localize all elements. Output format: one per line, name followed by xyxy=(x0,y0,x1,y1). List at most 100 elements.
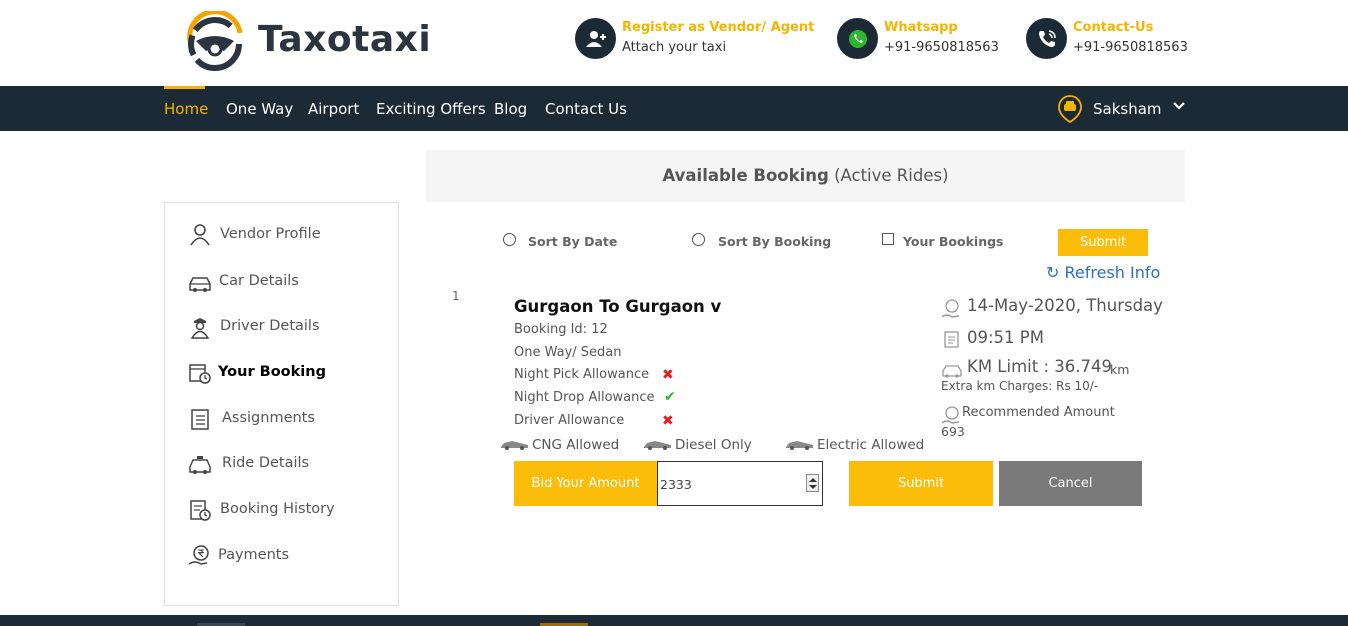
fuel-cng-label: CNG Allowed xyxy=(532,437,620,453)
nav-airport[interactable]: Airport xyxy=(308,100,359,118)
km-limit-row: KM Limit : 36.749 km xyxy=(941,357,1171,381)
fuel-electric-label: Electric Allowed xyxy=(817,437,925,453)
user-avatar-icon xyxy=(1058,95,1082,123)
sort-submit-button[interactable]: Submit xyxy=(1058,229,1148,256)
car-side-icon xyxy=(644,441,671,450)
nav-one-way[interactable]: One Way xyxy=(226,100,293,118)
sidebar-item-label: Assignments xyxy=(222,410,315,426)
your-bookings-checkbox[interactable] xyxy=(882,233,894,245)
sort-by-date-label: Sort By Date xyxy=(528,234,618,249)
user-name: Saksham xyxy=(1093,100,1162,118)
bid-cancel-button[interactable]: Cancel xyxy=(999,461,1142,506)
sort-by-booking-radio[interactable] xyxy=(692,233,705,246)
your-bookings-label: Your Bookings xyxy=(903,234,1004,249)
contact-title: Contact-Us xyxy=(1073,20,1154,35)
vendor-subtitle: Attach your taxi xyxy=(622,40,727,55)
whatsapp-title: Whatsapp xyxy=(884,20,958,35)
checklist-icon xyxy=(191,409,209,430)
trip-type: One Way/ Sedan xyxy=(514,345,622,360)
km-limit: KM Limit : 36.749 xyxy=(967,357,1112,376)
sidebar-item-label: Your Booking xyxy=(218,364,326,380)
recommended-amount-label: Recommended Amount xyxy=(962,405,1115,420)
booking-details-panel: 14-May-2020, Thursday 09:51 PM KM Limit … xyxy=(941,296,1171,446)
booking-id: Booking Id: 12 xyxy=(514,322,608,337)
sidebar-item-label: Car Details xyxy=(219,273,299,289)
booking-index: 1 xyxy=(452,289,460,303)
bid-amount-input[interactable] xyxy=(660,475,800,493)
rupee-hand-icon xyxy=(941,406,960,424)
vendor-title: Register as Vendor/ Agent xyxy=(622,20,815,35)
car-side-icon xyxy=(786,441,813,450)
recommended-amount-row: Recommended Amount xyxy=(941,404,1171,424)
car-icon xyxy=(189,277,211,292)
check-icon: ✔ xyxy=(664,389,676,405)
receipt-icon xyxy=(944,331,959,348)
top-header: Taxotaxi Register as Vendor/ Agent Attac… xyxy=(0,0,1348,86)
sidebar-item-driver-details[interactable]: Driver Details xyxy=(187,315,387,339)
user-icon xyxy=(190,224,210,246)
available-booking-header: Available Booking (Active Rides) xyxy=(426,150,1185,202)
sidebar-item-assignments[interactable]: Assignments xyxy=(187,407,387,431)
taxotaxi-logo[interactable]: Taxotaxi xyxy=(184,11,431,73)
cross-icon: ✖ xyxy=(662,413,674,429)
sidebar-item-booking-history[interactable]: Booking History xyxy=(187,498,387,522)
sidebar-item-vendor-profile[interactable]: Vendor Profile xyxy=(187,223,387,247)
bid-amount-input-box[interactable] xyxy=(657,461,823,506)
sidebar-item-label: Vendor Profile xyxy=(220,226,321,242)
recommended-amount-value: 693 xyxy=(941,424,965,439)
driver-allowance-label: Driver Allowance xyxy=(514,413,625,428)
footer xyxy=(0,615,1348,626)
refresh-info-link[interactable]: ↻ Refresh Info xyxy=(1046,263,1160,282)
sidebar-item-payments[interactable]: Payments xyxy=(187,544,387,568)
sidebar-item-label: Driver Details xyxy=(220,318,320,334)
nav-home[interactable]: Home xyxy=(164,100,208,118)
history-icon xyxy=(190,500,211,521)
booking-route: Gurgaon To Gurgaon v xyxy=(514,297,722,316)
nav-exciting-offers[interactable]: Exciting Offers xyxy=(376,100,486,118)
contact-number: +91-9650818563 xyxy=(1073,40,1188,55)
sidebar-item-ride-details[interactable]: Ride Details xyxy=(187,452,387,476)
brand-name: Taxotaxi xyxy=(258,19,432,60)
sidebar-item-label: Ride Details xyxy=(222,455,310,471)
bid-your-amount-label: Bid Your Amount xyxy=(514,461,657,506)
driver-icon xyxy=(190,318,210,339)
whatsapp-number: +91-9650818563 xyxy=(884,40,999,55)
night-drop-allowance-label: Night Drop Allowance xyxy=(514,390,655,405)
car-icon xyxy=(942,365,962,378)
page-title-main: Available Booking xyxy=(662,166,829,185)
booking-date-row: 14-May-2020, Thursday xyxy=(941,296,1171,320)
bid-submit-button[interactable]: Submit xyxy=(849,461,993,506)
sort-by-date-radio[interactable] xyxy=(503,233,516,246)
bid-amount-stepper[interactable] xyxy=(806,474,819,492)
main-nav: Home One Way Airport Exciting Offers Blo… xyxy=(0,86,1348,131)
cross-icon: ✖ xyxy=(662,367,674,383)
whatsapp-icon xyxy=(837,18,878,59)
booking-date: 14-May-2020, Thursday xyxy=(967,296,1163,315)
phone-icon xyxy=(1026,18,1067,59)
steering-wheel-icon xyxy=(187,11,243,71)
user-plus-icon xyxy=(575,18,616,59)
active-nav-indicator xyxy=(164,86,205,89)
vendor-sidebar: Vendor Profile Car Details Driver Detail… xyxy=(164,202,399,606)
fuel-diesel-label: Diesel Only xyxy=(675,437,752,453)
booking-time: 09:51 PM xyxy=(967,328,1044,347)
stepper-down-icon[interactable] xyxy=(809,485,817,489)
sort-by-booking-label: Sort By Booking xyxy=(718,234,832,249)
km-unit: km xyxy=(1110,362,1130,377)
extra-km-charges: Extra km Charges: Rs 10/- xyxy=(941,379,1099,393)
page-title-sub: (Active Rides) xyxy=(834,166,949,185)
nav-contact-us[interactable]: Contact Us xyxy=(545,100,627,118)
stepper-up-icon[interactable] xyxy=(809,478,817,482)
nav-blog[interactable]: Blog xyxy=(494,100,527,118)
rupee-hand-icon xyxy=(188,545,209,565)
sidebar-item-label: Payments xyxy=(218,547,290,563)
sidebar-item-your-booking[interactable]: Your Booking xyxy=(187,361,387,385)
sidebar-item-label: Booking History xyxy=(220,501,335,517)
booking-time-row: 09:51 PM xyxy=(941,327,1171,351)
calendar-clock-icon xyxy=(189,364,211,384)
taxi-icon xyxy=(189,456,211,474)
rupee-hand-icon xyxy=(941,299,960,318)
sidebar-item-car-details[interactable]: Car Details xyxy=(187,270,387,294)
car-side-icon xyxy=(501,441,528,450)
night-pick-allowance-label: Night Pick Allowance xyxy=(514,367,650,382)
